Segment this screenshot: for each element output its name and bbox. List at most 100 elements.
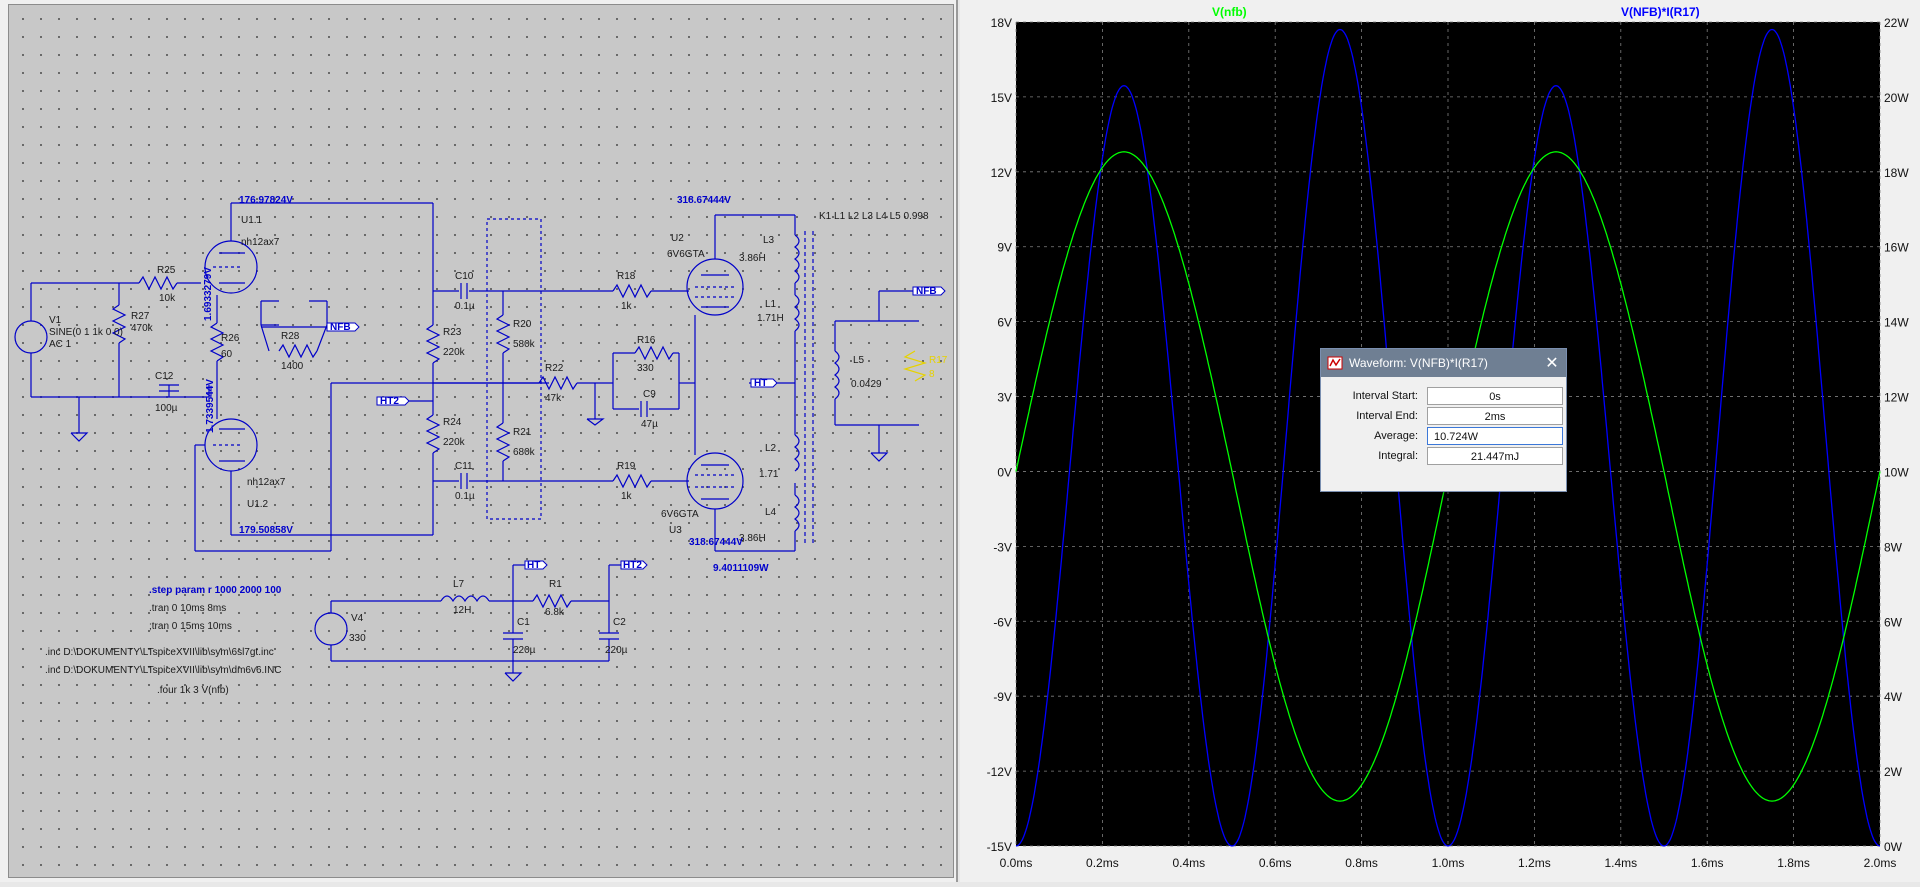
interval-start-row: Interval Start: 0s xyxy=(1321,387,1566,407)
y-right-tick-label: 18W xyxy=(1884,166,1909,180)
x-tick-label: 1.0ms xyxy=(1432,856,1465,870)
u2-name: U2 xyxy=(671,233,684,244)
y-right-tick-label: 14W xyxy=(1884,316,1909,330)
probe-u1-2-cathode: 1.7339544V xyxy=(205,379,216,433)
l7-value: 12H xyxy=(453,605,471,616)
y-right-tick-label: 2W xyxy=(1884,765,1903,779)
ht-net-label-1: HT xyxy=(754,378,767,389)
interval-start-field[interactable]: 0s xyxy=(1427,387,1563,405)
directive-tran[interactable]: .tran 0 10ms 8ms xyxy=(149,603,226,614)
l2-name: L2 xyxy=(765,443,777,454)
y-right-tick-label: 4W xyxy=(1884,690,1903,704)
y-right-tick-label: 10W xyxy=(1884,465,1909,479)
y-left-tick-label: 0V xyxy=(997,465,1012,479)
probe-power: 9.4011109W xyxy=(713,563,769,574)
c12-name: C12 xyxy=(155,371,174,382)
l5-value: 0.0429 xyxy=(851,379,882,390)
c10-value: 0.1µ xyxy=(455,301,475,312)
l3-value: 3.86H xyxy=(739,253,766,264)
y-left-tick-label: 12V xyxy=(991,166,1012,180)
r27-name: R27 xyxy=(131,311,150,322)
average-field[interactable]: 10.724W xyxy=(1427,427,1563,445)
x-tick-label: 0.0ms xyxy=(1000,856,1033,870)
ltspice-icon xyxy=(1327,356,1343,370)
r23-value: 220k xyxy=(443,347,466,358)
y-right-tick-label: 12W xyxy=(1884,391,1909,405)
y-right-tick-label: 22W xyxy=(1884,16,1909,30)
y-left-tick-label: -3V xyxy=(993,540,1012,554)
u1-2-model: nh12ax7 xyxy=(247,477,286,488)
ht2-net-label-1: HT2 xyxy=(380,396,399,407)
probe-u2-plate: 318.67444V xyxy=(677,195,731,206)
interval-end-label: Interval End: xyxy=(1356,410,1418,422)
interval-end-field[interactable]: 2ms xyxy=(1427,407,1563,425)
ht2-net-label-2: HT2 xyxy=(623,560,642,571)
r17-value: 8 xyxy=(929,369,935,380)
v1-symbol xyxy=(14,320,48,354)
r28-name: R28 xyxy=(281,331,300,342)
directive-four[interactable]: .four 1k 3 V(nfb) xyxy=(157,685,229,696)
dialog-title: Waveform: V(NFB)*I(R17) xyxy=(1349,356,1488,370)
r28-value: 1400 xyxy=(281,361,304,372)
integral-label: Integral: xyxy=(1378,450,1418,462)
c12-value: 100µ xyxy=(155,403,178,414)
r20-value: 580k xyxy=(513,339,536,350)
x-tick-label: 1.4ms xyxy=(1604,856,1637,870)
l1-name: L1 xyxy=(765,299,777,310)
trace-label-v-nfb[interactable]: V(nfb) xyxy=(1212,5,1247,19)
r16-name: R16 xyxy=(637,335,656,346)
schematic-window: NFB HT2 HT NFB HT HT2 V1 SINE(0 1 1k 0 0… xyxy=(0,0,958,882)
nfb-net-label-1: NFB xyxy=(330,322,351,333)
directive-inc-2[interactable]: .inc D:\DOKUMENTY\LTspiceXVII\lib\sym\dm… xyxy=(45,665,282,676)
l2-value: 1.71 xyxy=(759,469,779,480)
interval-start-label: Interval Start: xyxy=(1352,390,1418,402)
y-right-tick-label: 20W xyxy=(1884,91,1909,105)
average-row: Average: 10.724W xyxy=(1321,427,1566,447)
y-left-tick-label: 15V xyxy=(991,91,1012,105)
c2-name: C2 xyxy=(613,617,626,628)
interval-end-row: Interval End: 2ms xyxy=(1321,407,1566,427)
r19-value: 1k xyxy=(621,491,633,502)
v1-value: SINE(0 1 1k 0 0) xyxy=(49,327,123,338)
x-tick-label: 1.2ms xyxy=(1518,856,1551,870)
r22-name: R22 xyxy=(545,363,564,374)
c11-value: 0.1µ xyxy=(455,491,475,502)
dialog-title-bar[interactable]: Waveform: V(NFB)*I(R17) ✕ xyxy=(1321,349,1566,377)
directive-coupling[interactable]: K1 L1 L2 L3 L4 L5 0.998 xyxy=(819,211,929,222)
directive-step[interactable]: .step param r 1000 2000 100 xyxy=(149,585,282,596)
c1-value: 220µ xyxy=(513,645,536,656)
x-tick-label: 0.6ms xyxy=(1259,856,1292,870)
schematic-canvas[interactable]: NFB HT2 HT NFB HT HT2 V1 SINE(0 1 1k 0 0… xyxy=(8,4,954,878)
waveform-info-dialog: Waveform: V(NFB)*I(R17) ✕ Interval Start… xyxy=(1320,348,1567,492)
close-icon[interactable]: ✕ xyxy=(1538,349,1566,377)
y-left-tick-label: 9V xyxy=(997,241,1012,255)
y-left-tick-label: -15V xyxy=(987,840,1012,854)
l1-value: 1.71H xyxy=(757,313,784,324)
integral-field[interactable]: 21.447mJ xyxy=(1427,447,1563,465)
v4-name: V4 xyxy=(351,613,364,624)
r20-name: R20 xyxy=(513,319,532,330)
r19-name: R19 xyxy=(617,461,636,472)
x-tick-label: 0.8ms xyxy=(1345,856,1378,870)
integral-row: Integral: 21.447mJ xyxy=(1321,447,1566,467)
y-left-tick-label: -6V xyxy=(993,615,1012,629)
u1-1-name: U1.1 xyxy=(241,215,263,226)
x-tick-label: 0.4ms xyxy=(1172,856,1205,870)
y-right-tick-label: 16W xyxy=(1884,241,1909,255)
c9-name: C9 xyxy=(643,389,656,400)
l4-value: 3.86H xyxy=(739,533,766,544)
schematic-drawing: NFB HT2 HT NFB HT HT2 V1 SINE(0 1 1k 0 0… xyxy=(14,195,948,696)
directive-inc-1[interactable]: .inc D:\DOKUMENTY\LTspiceXVII\lib\sym\6s… xyxy=(45,647,274,658)
y-left-tick-label: 18V xyxy=(991,16,1012,30)
trace-label-power[interactable]: V(NFB)*I(R17) xyxy=(1621,5,1700,19)
r1-name: R1 xyxy=(549,579,562,590)
average-label: Average: xyxy=(1374,430,1418,442)
probe-u3-plate: 318.67444V xyxy=(689,537,743,548)
y-left-tick-label: 6V xyxy=(997,316,1012,330)
l7-name: L7 xyxy=(453,579,465,590)
u1-2-name: U1.2 xyxy=(247,499,269,510)
directive-tran-comment[interactable]: ;tran 0 15ms 10ms xyxy=(149,621,232,632)
c10-name: C10 xyxy=(455,271,474,282)
r21-name: R21 xyxy=(513,427,532,438)
c11-name: C11 xyxy=(455,461,473,472)
